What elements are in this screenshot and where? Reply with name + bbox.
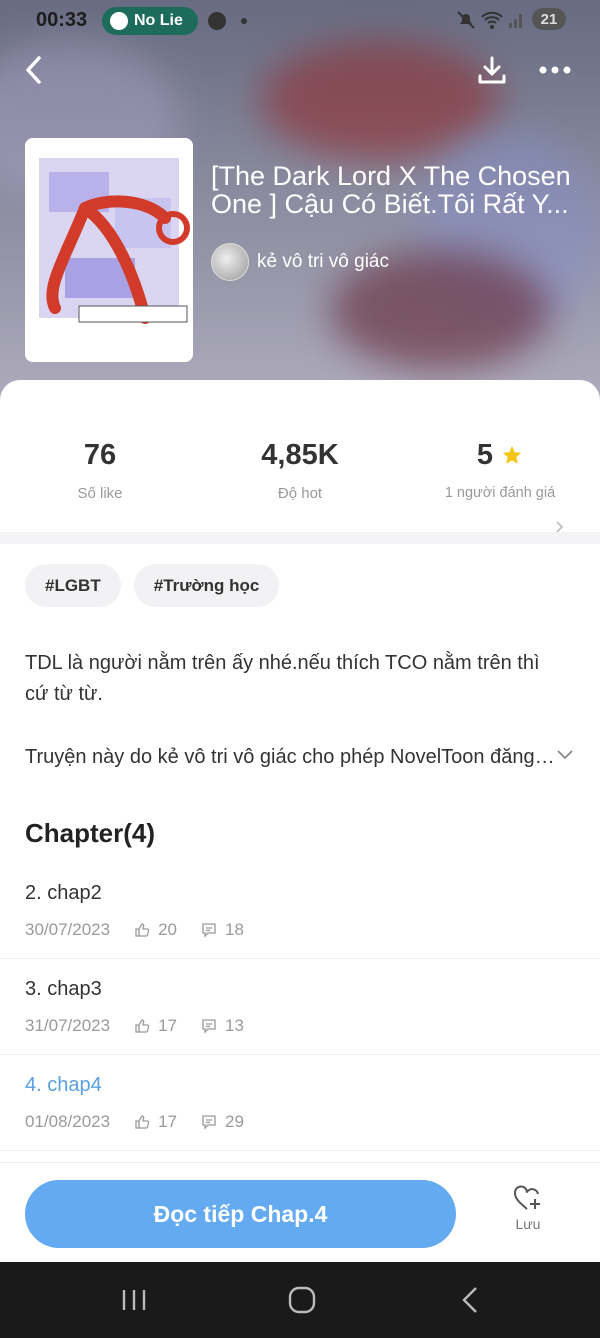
hot-stat: 4,85K Độ hot: [200, 436, 400, 503]
chevron-left-icon: [26, 56, 41, 84]
bottom-action-bar: Đọc tiếp Chap.4 Lưu: [0, 1162, 600, 1263]
tag-school[interactable]: #Trường học: [133, 564, 280, 607]
media-label: No Lie: [134, 12, 183, 29]
download-icon: [478, 56, 506, 84]
home-icon[interactable]: [287, 1286, 317, 1314]
chapter-name: 4. chap4: [25, 1074, 102, 1096]
download-button[interactable]: [472, 50, 512, 90]
star-icon: [502, 445, 522, 464]
rating-label: 1 người đánh giá: [444, 485, 556, 501]
chapter-meta: 01/08/2023 17 29: [25, 1112, 244, 1132]
mute-icon: [456, 10, 476, 35]
messenger-icon: [208, 12, 226, 30]
cover-art-icon: [25, 138, 193, 362]
system-back-icon[interactable]: [460, 1286, 480, 1314]
more-options-button[interactable]: [535, 50, 575, 90]
chapters-heading: Chapter(4): [25, 818, 156, 848]
chapter-meta: 31/07/2023 17 13: [25, 1016, 244, 1036]
chapter-comments: 29: [225, 1112, 244, 1131]
back-button[interactable]: [14, 50, 54, 90]
chapter-item-current[interactable]: 4. chap4 01/08/2023 17 29: [0, 1054, 600, 1151]
likes-stat: 76 Số like: [0, 436, 200, 503]
save-button[interactable]: Lưu: [500, 1183, 556, 1232]
continue-reading-button[interactable]: Đọc tiếp Chap.4: [25, 1180, 456, 1248]
author-avatar[interactable]: [211, 243, 249, 281]
chapter-likes: 17: [158, 1112, 178, 1131]
cover-image[interactable]: [25, 138, 193, 362]
chapter-date: 01/08/2023: [25, 1112, 111, 1131]
battery-indicator: 21: [532, 8, 566, 30]
heart-plus-icon: [514, 1185, 540, 1210]
status-bar: 00:33 No Lie 21: [0, 0, 600, 40]
hot-count: 4,85K: [261, 438, 339, 471]
likes-label: Số like: [77, 485, 123, 502]
hot-label: Độ hot: [277, 485, 323, 502]
section-divider: [0, 532, 600, 544]
description-permission: Truyện này do kẻ vô tri vô giác cho phép…: [25, 746, 555, 768]
chapter-likes: 20: [158, 920, 178, 939]
comment-icon: [202, 1019, 216, 1034]
system-nav-bar: [0, 1262, 600, 1338]
story-title: [The Dark Lord X The Chosen One ] Cậu Có…: [211, 161, 571, 219]
likes-count: 76: [83, 438, 117, 471]
save-label: Lưu: [515, 1216, 541, 1232]
comment-icon: [202, 1115, 216, 1130]
chapter-item[interactable]: 3. chap3 31/07/2023 17 13: [0, 958, 600, 1055]
chapter-item[interactable]: 2. chap2 30/07/2023 20 18: [0, 862, 600, 959]
chapter-name: 3. chap3: [25, 978, 102, 1000]
signal-icon: [508, 10, 524, 35]
description-text: TDL là người nằm trên ấy nhé.nếu thích T…: [25, 652, 540, 705]
wifi-icon: [480, 10, 504, 35]
media-pill[interactable]: No Lie: [102, 7, 198, 35]
chapter-meta: 30/07/2023 20 18: [25, 920, 244, 940]
chapter-name: 2. chap2: [25, 882, 102, 904]
like-icon: [135, 1019, 150, 1033]
like-icon: [135, 923, 150, 937]
recent-apps-icon[interactable]: [121, 1288, 147, 1312]
author-name[interactable]: kẻ vô tri vô giác: [257, 251, 389, 273]
stats-row: 76 Số like 4,85K Độ hot 5 1 người đánh g…: [0, 380, 600, 533]
chapter-likes: 17: [158, 1016, 178, 1035]
chevron-down-icon[interactable]: [556, 749, 574, 761]
chapter-date: 31/07/2023: [25, 1016, 111, 1035]
more-icon: [539, 66, 571, 74]
author-row[interactable]: kẻ vô tri vô giác: [211, 243, 389, 281]
rating-value-row: 5: [400, 436, 600, 474]
spotify-icon: [110, 12, 128, 30]
notification-dot-icon: [241, 18, 247, 24]
rating-value: 5: [476, 438, 494, 471]
rating-stat[interactable]: 5 1 người đánh giá: [400, 436, 600, 533]
tag-list: #LGBT #Trường học: [25, 564, 280, 607]
chapter-date: 30/07/2023: [25, 920, 111, 939]
chapter-comments: 13: [225, 1016, 244, 1035]
like-icon: [135, 1115, 150, 1129]
comment-icon: [202, 923, 216, 938]
chapter-comments: 18: [225, 920, 244, 939]
tag-lgbt[interactable]: #LGBT: [25, 564, 121, 607]
status-time: 00:33: [36, 9, 88, 31]
